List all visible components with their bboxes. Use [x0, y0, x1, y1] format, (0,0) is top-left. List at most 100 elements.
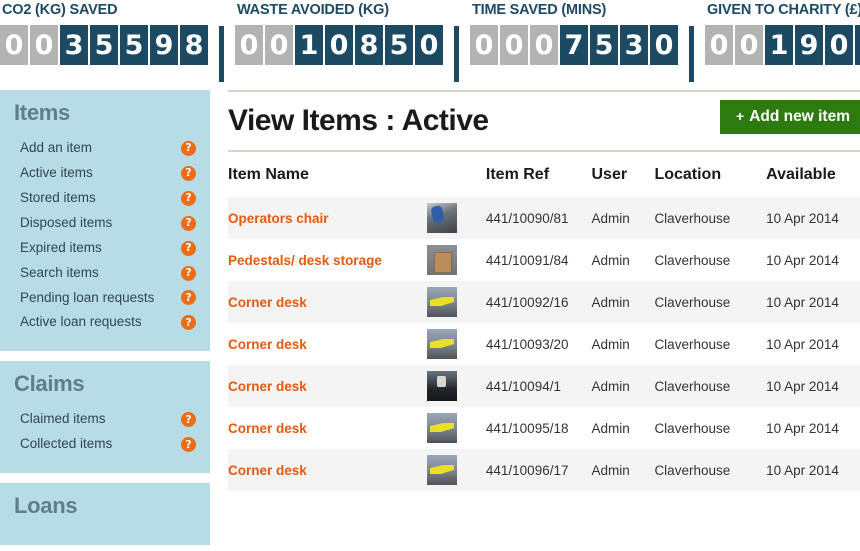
cell-available: 10 Apr 2014: [766, 197, 860, 239]
cell-available: 10 Apr 2014: [766, 252, 839, 268]
sidebar-item-search-items[interactable]: Search items?: [14, 261, 196, 286]
help-icon[interactable]: ?: [181, 437, 196, 453]
item-name-link[interactable]: Corner desk: [228, 463, 307, 478]
item-name-link[interactable]: Corner desk: [228, 421, 307, 436]
counter-separator: [454, 26, 459, 82]
cell-location: Claverhouse: [654, 365, 767, 407]
cell-location: Claverhouse: [654, 336, 731, 352]
help-icon[interactable]: ?: [181, 190, 196, 206]
col-header-item-ref[interactable]: Item Ref: [486, 152, 592, 197]
help-icon[interactable]: ?: [181, 315, 196, 331]
item-thumbnail-image[interactable]: [427, 287, 457, 317]
item-thumbnail-image[interactable]: [427, 413, 457, 443]
item-thumbnail-image[interactable]: [427, 329, 457, 359]
cell-location: Claverhouse: [654, 449, 767, 491]
counter-digit: 0: [30, 25, 58, 65]
help-icon[interactable]: ?: [181, 412, 196, 428]
sidebar-panel-title: Claims: [14, 371, 85, 397]
cell-available: 10 Apr 2014: [766, 420, 839, 436]
sidebar-item-disposed-items[interactable]: Disposed items?: [14, 211, 196, 236]
sidebar-item-pending-loan-requests[interactable]: Pending loan requests?: [14, 286, 196, 311]
help-icon[interactable]: ?: [181, 140, 196, 156]
cell-item-name: Corner desk: [228, 407, 427, 449]
item-name-link[interactable]: Corner desk: [228, 295, 307, 310]
counter-separator: [689, 26, 694, 82]
sidebar-item-claimed-items[interactable]: Claimed items?: [14, 407, 196, 432]
counter-digit: 0: [530, 25, 558, 65]
counter-digit: 0: [650, 25, 678, 65]
cell-item-ref: 441/10090/81: [485, 197, 592, 239]
cell-thumbnail: [427, 239, 486, 281]
cell-user: Admin: [591, 365, 655, 407]
item-thumbnail-image[interactable]: [427, 203, 457, 233]
col-header-user[interactable]: User: [591, 152, 654, 197]
counter-digits: 0035598: [0, 25, 208, 65]
counter-digit: 0: [735, 25, 763, 65]
cell-user: Admin: [591, 252, 630, 268]
cell-item-name: Corner desk: [228, 449, 427, 491]
table-row[interactable]: Pedestals/ desk storage 441/10091/84 Admin…: [228, 239, 860, 281]
eco-stats-bar: CO2 (KG) SAVED 0 0 3 5 5 9 8 WASTE AVOIDED (KG) 0…: [0, 0, 860, 86]
cell-item-name: Corner desk: [228, 365, 427, 407]
counter-digit: 0: [0, 25, 28, 65]
item-name-link[interactable]: Operators chair: [228, 211, 329, 226]
help-icon[interactable]: ?: [181, 240, 196, 256]
counter-label: TIME SAVED (MINS): [472, 2, 607, 18]
sidebar-item-active-items[interactable]: Active items?: [14, 161, 196, 186]
counter-digit: 9: [795, 25, 823, 65]
counter-digit: 1: [765, 25, 793, 65]
counter-digit: 8: [355, 25, 383, 65]
cell-location: Claverhouse: [654, 252, 731, 268]
counter-label: GIVEN TO CHARITY (£): [707, 2, 860, 18]
item-thumbnail-image[interactable]: [427, 245, 457, 275]
item-name-link[interactable]: Pedestals/ desk storage: [228, 253, 382, 268]
counter-digit: 1: [295, 25, 323, 65]
counter-digit: 5: [90, 25, 118, 65]
counter-digit: 0: [825, 25, 853, 65]
help-icon[interactable]: ?: [181, 290, 196, 306]
item-name-link[interactable]: Corner desk: [228, 379, 307, 394]
sidebar-item-collected-items[interactable]: Collected items?: [14, 432, 196, 457]
counter-digit: 0: [470, 25, 498, 65]
counter-digit: 3: [60, 25, 88, 65]
table-head: Item Name Item Ref User Location Availab…: [228, 152, 860, 197]
help-icon[interactable]: ?: [181, 265, 196, 281]
cell-location: Claverhouse: [654, 197, 767, 239]
help-icon[interactable]: ?: [181, 215, 196, 231]
cell-user: Admin: [591, 449, 655, 491]
table-row[interactable]: Corner desk 441/10096/17 Admin Claverhouse 1…: [228, 449, 860, 491]
col-header-item-name[interactable]: Item Name: [228, 152, 427, 197]
table-row[interactable]: Corner desk 441/10094/1 Admin Claverhouse 10…: [228, 365, 860, 407]
counter-digit: 5: [385, 25, 413, 65]
items-table: Item Name Item Ref User Location Availab…: [228, 152, 860, 491]
table-row[interactable]: Corner desk 441/10093/20 Admin Claverhouse 1…: [228, 323, 860, 365]
cell-available: 10 Apr 2014: [766, 336, 839, 352]
sidebar-item-expired-items[interactable]: Expired items?: [14, 236, 196, 261]
sidebar-panel-loans: Loans: [0, 483, 210, 546]
counter-digit: 5: [590, 25, 618, 65]
item-name-link[interactable]: Corner desk: [228, 337, 307, 352]
sidebar-panel-claims: Claims Claimed items? Collected items?: [0, 361, 210, 474]
add-new-item-button[interactable]: + Add new item: [720, 100, 860, 134]
sidebar-item-add-an-item[interactable]: Add an item?: [14, 136, 196, 161]
col-header-available[interactable]: Available: [766, 152, 860, 197]
sidebar-item-active-loan-requests[interactable]: Active loan requests?: [14, 310, 196, 335]
table-row[interactable]: Corner desk 441/10092/16 Admin Claverhouse 1…: [228, 281, 860, 323]
item-thumbnail-image[interactable]: [427, 455, 457, 485]
cell-item-ref: 441/10091/84: [485, 252, 569, 268]
col-header-location[interactable]: Location: [654, 152, 766, 197]
counter-digit: 3: [620, 25, 648, 65]
counter-separator: [219, 26, 224, 82]
table-row[interactable]: Corner desk 441/10095/18 Admin Claverhouse 1…: [228, 407, 860, 449]
table-row[interactable]: Operators chair 441/10090/81 Admin Claverho…: [228, 197, 860, 239]
cell-user: Admin: [591, 336, 630, 352]
cell-user: Admin: [591, 197, 655, 239]
cell-user: Admin: [591, 281, 655, 323]
plus-icon: +: [736, 108, 745, 124]
counter-label: CO2 (KG) SAVED: [2, 2, 118, 18]
item-thumbnail-image[interactable]: [427, 371, 457, 401]
cell-item-name: Corner desk: [228, 323, 427, 365]
counter-3: GIVEN TO CHARITY (£) 0019060: [705, 0, 860, 65]
help-icon[interactable]: ?: [181, 165, 196, 181]
sidebar-item-stored-items[interactable]: Stored items?: [14, 186, 196, 211]
